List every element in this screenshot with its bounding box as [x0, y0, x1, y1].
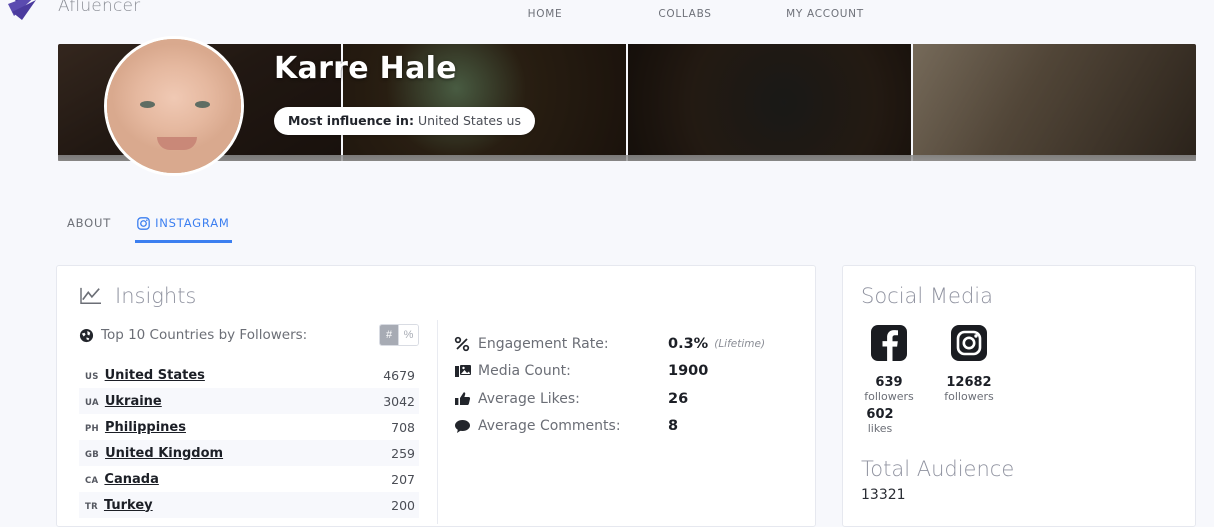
stat-value: 0.3%	[668, 335, 709, 352]
user-circle-icon	[810, 0, 840, 2]
countries-column: Top 10 Countries by Followers: # % US Un…	[57, 324, 437, 524]
country-name[interactable]: Canada	[104, 472, 158, 487]
brand-name: Afluencer	[58, 0, 141, 16]
thumbsup-icon	[454, 391, 478, 407]
facebook-likes: 602 likes	[843, 407, 899, 435]
media-icon	[454, 363, 478, 379]
stat-label: Average Likes:	[478, 390, 580, 407]
facebook-likes-label: likes	[867, 422, 893, 435]
table-row[interactable]: UA Ukraine 3042	[79, 388, 419, 414]
facebook-followers-label: followers	[864, 390, 914, 403]
stat-label: Engagement Rate:	[478, 335, 609, 352]
insights-title-row: Insights	[57, 266, 815, 308]
tab-about-label: ABOUT	[67, 216, 112, 230]
stat-label: Media Count:	[478, 363, 571, 380]
insights-card: Insights Top 10 Countries by Followers: …	[56, 265, 816, 527]
facebook-likes-count: 602	[866, 407, 894, 422]
instagram-followers-count: 12682	[946, 375, 992, 390]
instagram-icon	[951, 325, 987, 361]
stat-label: Average Comments:	[478, 418, 621, 435]
total-audience-title: Total Audience	[861, 457, 1015, 481]
stat-media-count: Media Count: 1900	[454, 358, 815, 386]
unit-toggle-percent[interactable]: %	[399, 325, 418, 345]
social-facebook[interactable]: 639 followers	[861, 324, 917, 403]
table-row[interactable]: US United States 4679	[79, 362, 419, 388]
country-value: 200	[391, 497, 415, 513]
nav-label-my-account: MY ACCOUNT	[786, 8, 864, 20]
chart-line-icon	[80, 287, 101, 304]
percent-icon	[454, 336, 478, 352]
stats-column: Engagement Rate: 0.3% (Lifetime) Media C…	[438, 324, 815, 524]
country-value: 3042	[383, 393, 415, 409]
instagram-followers-label: followers	[944, 390, 994, 403]
main-nav: HOME COLLABS MY ACCOUNT	[500, 0, 870, 20]
tab-instagram-label: INSTAGRAM	[155, 216, 230, 230]
most-influence-badge: Most influence in: United States us	[274, 107, 535, 135]
nav-label-home: HOME	[527, 8, 563, 20]
table-row[interactable]: PH Philippines 708	[79, 414, 419, 440]
country-code: UA	[85, 397, 99, 408]
country-value: 259	[391, 445, 415, 461]
profile-name: Karre Hale	[274, 51, 457, 86]
most-influence-value: United States us	[417, 113, 521, 128]
country-code: PH	[85, 423, 99, 434]
facebook-icon	[871, 325, 907, 361]
table-row[interactable]: CA Canada 207	[79, 466, 419, 492]
tab-about[interactable]: ABOUT	[65, 212, 113, 243]
afluencer-logo	[8, 0, 36, 20]
stat-engagement-rate: Engagement Rate: 0.3% (Lifetime)	[454, 330, 815, 358]
nav-label-collabs: COLLABS	[658, 8, 712, 20]
banner-photo-3	[628, 44, 913, 161]
insights-title: Insights	[115, 284, 197, 308]
stat-value: 26	[668, 390, 689, 407]
countries-header: Top 10 Countries by Followers: # %	[79, 324, 419, 346]
stat-note: (Lifetime)	[714, 337, 766, 350]
social-media-title: Social Media	[861, 284, 994, 308]
countries-list: US United States 4679 UA Ukraine 3042 PH	[79, 362, 419, 518]
country-name[interactable]: United Kingdom	[105, 446, 223, 461]
country-code: CA	[85, 475, 99, 486]
country-name[interactable]: Turkey	[104, 498, 153, 513]
country-value: 4679	[383, 367, 415, 383]
table-row[interactable]: GB United Kingdom 259	[79, 440, 419, 466]
unit-toggle-hash[interactable]: #	[380, 325, 399, 345]
social-instagram[interactable]: 12682 followers	[941, 324, 997, 403]
country-code: TR	[85, 501, 98, 512]
profile-avatar	[104, 36, 244, 176]
insights-body: Top 10 Countries by Followers: # % US Un…	[57, 320, 815, 524]
stat-value: 1900	[668, 363, 709, 380]
comment-icon	[454, 419, 478, 434]
nav-item-my-account[interactable]: MY ACCOUNT	[780, 0, 870, 20]
banner-photo-4	[913, 44, 1196, 161]
handshake-icon	[668, 0, 702, 2]
brand-logo-link[interactable]: Afluencer	[6, 0, 140, 26]
facebook-followers-count: 639	[875, 375, 903, 390]
country-name[interactable]: Ukraine	[105, 394, 162, 409]
tab-instagram[interactable]: INSTAGRAM	[135, 212, 232, 243]
table-row[interactable]: TR Turkey 200	[79, 492, 419, 518]
country-value: 708	[391, 419, 415, 435]
unit-toggle: # %	[379, 324, 419, 346]
stat-average-likes: Average Likes: 26	[454, 385, 815, 413]
stat-average-comments: Average Comments: 8	[454, 413, 815, 441]
most-influence-label: Most influence in:	[288, 113, 414, 128]
briefcase-icon	[530, 0, 560, 2]
globe-icon	[79, 328, 94, 342]
country-code: GB	[85, 449, 100, 460]
nav-item-collabs[interactable]: COLLABS	[640, 0, 730, 20]
country-name[interactable]: United States	[105, 368, 205, 383]
nav-item-home[interactable]: HOME	[500, 0, 590, 20]
stat-value: 8	[668, 418, 679, 435]
country-value: 207	[391, 471, 415, 487]
instagram-icon	[137, 216, 150, 230]
social-media-card: Social Media 639 followers 12682 followe…	[842, 265, 1196, 527]
social-accounts: 639 followers 12682 followers	[843, 308, 1195, 403]
countries-label: Top 10 Countries by Followers:	[101, 327, 308, 343]
total-audience-value: 13321	[861, 487, 906, 503]
country-code: US	[85, 371, 99, 382]
profile-tabs: ABOUT INSTAGRAM	[65, 212, 232, 243]
country-name[interactable]: Philippines	[105, 420, 186, 435]
